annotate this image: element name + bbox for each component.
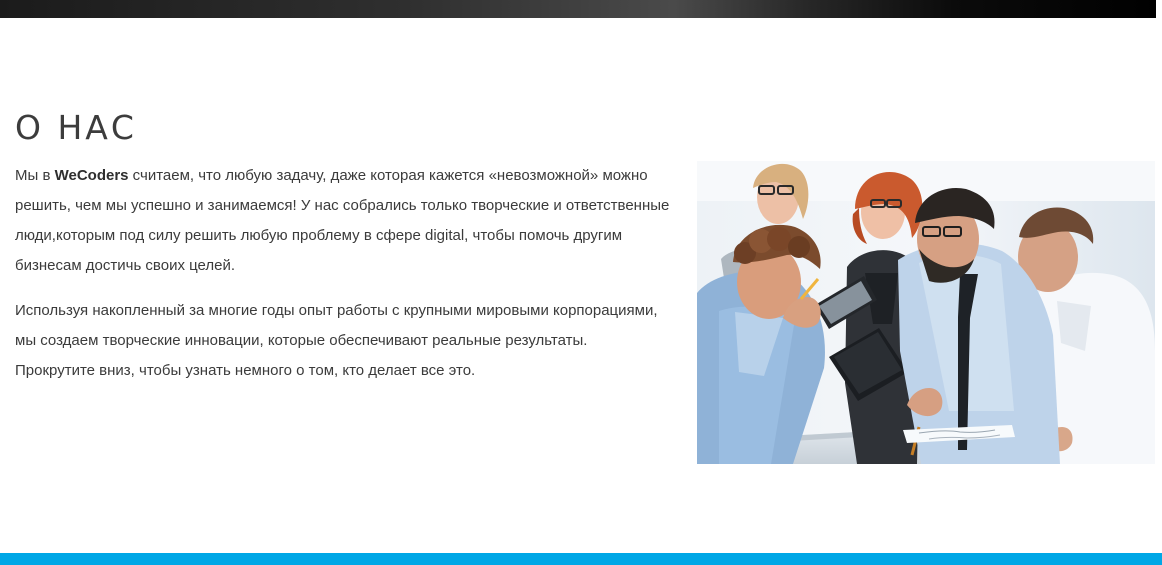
team-photo (697, 161, 1155, 464)
accent-footer-bar (0, 553, 1162, 565)
about-paragraph-3-text: Прокрутите вниз, чтобы узнать немного о … (15, 362, 476, 379)
about-paragraph-2: Используя накопленный за многие годы опы… (15, 296, 680, 386)
about-text: Мы в WeCoders считаем, что любую задачу,… (15, 161, 680, 386)
about-paragraph-1: Мы в WeCoders считаем, что любую задачу,… (15, 161, 680, 281)
about-paragraph-2-text: Используя накопленный за многие годы опы… (15, 302, 658, 349)
about-section: О НАС Мы в WeCoders считаем, что любую з… (15, 108, 1155, 468)
right-edge-strip (1156, 0, 1162, 565)
header-strip (0, 0, 1162, 18)
intro-prefix: Мы в (15, 167, 55, 184)
section-title: О НАС (15, 108, 137, 147)
brand-name: WeCoders (54, 167, 129, 184)
